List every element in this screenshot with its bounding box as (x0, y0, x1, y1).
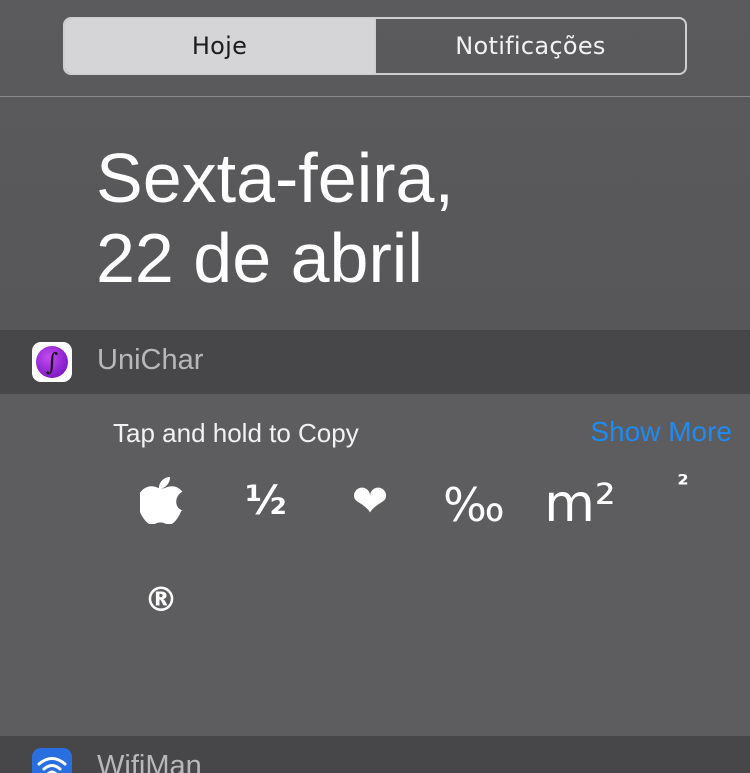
char-per-mille[interactable]: ‰ (434, 478, 514, 532)
date-display: Sexta-feira, 22 de abril (96, 138, 454, 298)
wifiman-app-icon (32, 748, 72, 773)
unichar-widget-body: Tap and hold to Copy Show More ½ ❤ ‰ m² … (0, 394, 750, 736)
apple-logo-icon (140, 476, 184, 524)
unichar-app-icon: ∫ (32, 342, 72, 382)
char-one-half[interactable]: ½ (226, 478, 306, 524)
char-heart[interactable]: ❤ (330, 476, 410, 527)
wifi-icon (37, 757, 67, 773)
char-registered[interactable]: ® (121, 580, 201, 620)
segmented-control: Hoje Notificações (63, 17, 687, 75)
wifiman-app-name: WifiMan (97, 750, 202, 773)
char-square-meter[interactable]: m² (540, 474, 620, 534)
tab-notifications[interactable]: Notificações (374, 19, 685, 73)
date-day: 22 de abril (96, 219, 423, 297)
wifiman-widget-header[interactable]: WifiMan (0, 736, 750, 773)
show-more-button[interactable]: Show More (590, 416, 732, 448)
unichar-widget-header[interactable]: ∫ UniChar (0, 330, 750, 394)
unichar-app-name: UniChar (97, 344, 204, 376)
date-weekday: Sexta-feira, (96, 139, 454, 217)
integral-sign-icon: ∫ (36, 346, 68, 378)
tab-today[interactable]: Hoje (65, 19, 374, 73)
char-apple-logo[interactable] (122, 474, 202, 524)
copy-instruction: Tap and hold to Copy (113, 418, 359, 448)
char-superscript-two[interactable]: ² (643, 470, 723, 500)
header-divider (0, 96, 750, 97)
